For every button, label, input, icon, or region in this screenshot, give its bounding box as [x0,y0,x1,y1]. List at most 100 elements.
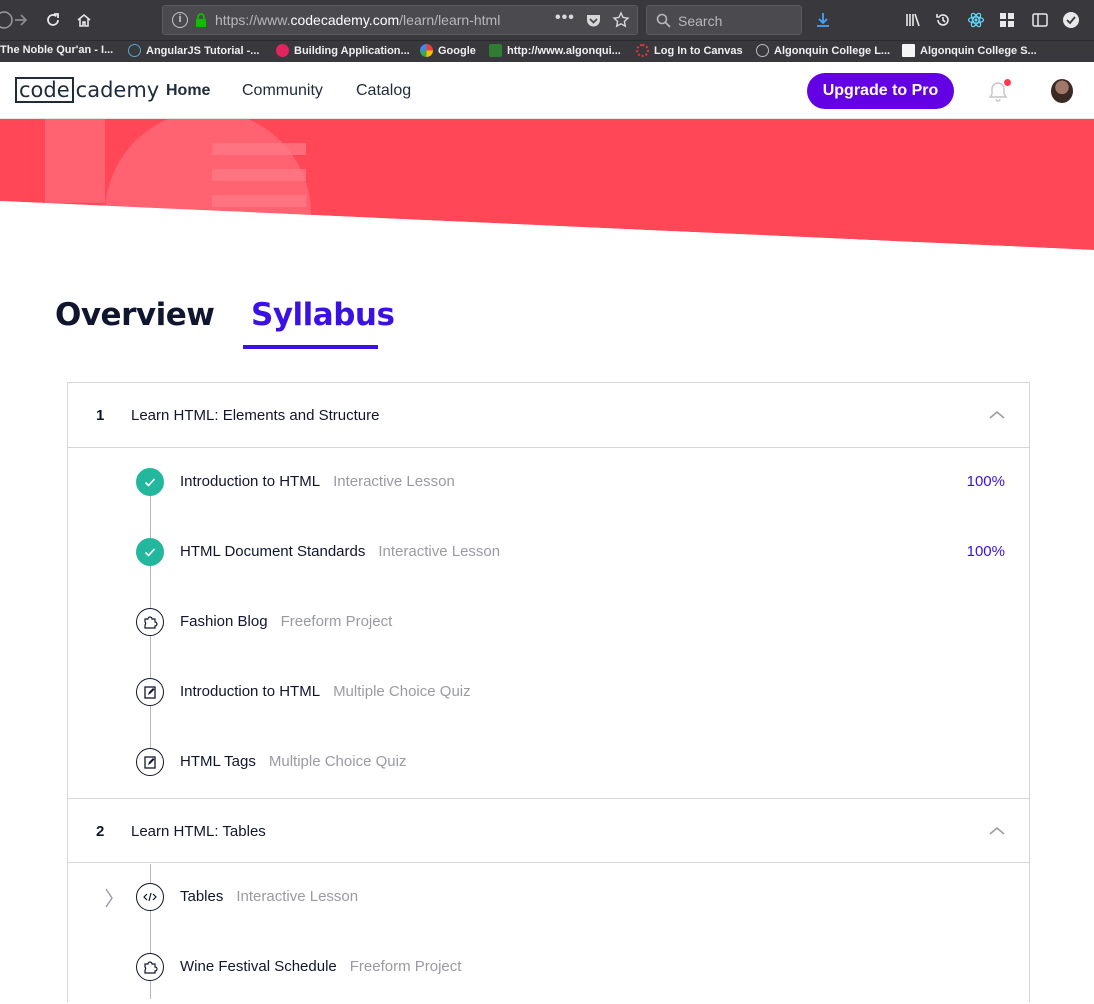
react-devtools-icon[interactable] [964,8,988,32]
code-icon [136,883,164,911]
bookmark-label: http://www.algonqui... [507,44,621,57]
lesson-type: Interactive Lesson [333,473,455,490]
lesson-name: HTML Document Standards [180,543,366,560]
bookmark-item[interactable]: Algonquin College S... [902,44,1037,57]
notification-badge [1004,79,1011,86]
site-header: code cademy Home Community Catalog Upgrad… [0,62,1094,119]
check-icon [136,538,164,566]
module-number: 2 [96,823,105,840]
url-domain: codecademy.com [290,12,400,28]
item-title: Fashion Blog Freeform Project [180,613,392,630]
pocket-icon[interactable] [585,12,602,29]
lesson-name: Introduction to HTML [180,473,321,490]
module-header[interactable]: 2 Learn HTML: Tables [68,798,1029,863]
bookmarks-bar: The Noble Qur'an - I... AngularJS Tutori… [0,40,1094,62]
list-item[interactable]: HTML Document Standards Interactive Lesso… [68,519,1029,589]
list-item[interactable]: Fashion Blog Freeform Project [68,589,1029,659]
profile-check-icon[interactable] [1059,8,1083,32]
tab-overview[interactable]: Overview [55,297,215,333]
list-item[interactable]: Wine Festival Schedule Freeform Project [68,934,1029,1004]
codecademy-logo[interactable]: code cademy [15,77,159,103]
bookmark-item[interactable]: http://www.algonqui... [489,44,621,57]
quiz-icon [136,678,164,706]
chevron-up-icon[interactable] [988,825,1006,837]
item-title: Wine Festival Schedule Freeform Project [180,958,461,975]
bookmark-item[interactable]: AngularJS Tutorial -... [128,44,259,57]
extensions-icon[interactable] [995,8,1019,32]
search-icon [656,13,671,28]
lesson-type: Freeform Project [349,958,462,975]
chevron-up-icon[interactable] [988,409,1006,421]
progress-percent: 100% [966,473,1005,490]
list-item[interactable]: Introduction to HTML Multiple Choice Quiz [68,659,1029,729]
item-title: Tables Interactive Lesson [180,888,358,905]
lesson-name: Tables [180,888,224,905]
puzzle-icon [136,953,164,981]
lesson-type: Interactive Lesson [236,888,359,905]
bookmark-item[interactable]: The Noble Qur'an - I... [0,44,113,56]
lesson-name: Introduction to HTML [180,683,321,700]
globe-favicon-icon [756,44,769,57]
url-path: /learn/learn-html [399,12,501,28]
forward-icon[interactable] [9,8,33,32]
library-icon[interactable] [901,8,925,32]
bookmark-star-icon[interactable] [612,11,630,29]
google-favicon-icon [420,44,433,57]
progress-percent: 100% [966,543,1005,560]
bookmark-item[interactable]: Building Application... [276,44,410,57]
sidebar-icon[interactable] [1028,8,1052,32]
angular-favicon-icon [128,44,141,57]
bookmark-item[interactable]: Algonquin College L... [756,44,890,57]
active-tab-indicator [243,345,378,349]
module-number: 1 [96,407,105,424]
lesson-name: HTML Tags [180,753,256,770]
bookmark-label: Google [438,44,476,57]
upgrade-to-pro-button[interactable]: Upgrade to Pro [807,73,954,109]
bookmark-label: The Noble Qur'an - I... [0,44,114,56]
nav-home[interactable]: Home [166,82,210,100]
lesson-name: Fashion Blog [180,613,268,630]
bookmark-label: AngularJS Tutorial -... [146,44,260,57]
canvas-favicon-icon [636,44,649,57]
tab-syllabus[interactable]: Syllabus [251,297,395,333]
logo-box-text: code [15,77,74,103]
quiz-icon [136,748,164,776]
url-text[interactable]: https://www.codecademy.com/learn/learn-h… [215,12,500,28]
download-icon[interactable] [811,8,835,32]
list-item[interactable]: Introduction to HTML Interactive Lesson 1… [68,449,1029,519]
lesson-type: Interactive Lesson [378,543,501,560]
list-item[interactable]: Tables Interactive Lesson [68,864,1029,934]
search-bar[interactable]: Search [646,5,802,35]
list-item[interactable]: HTML Tags Multiple Choice Quiz [68,729,1029,799]
check-icon [136,468,164,496]
search-placeholder: Search [678,13,723,29]
bookmark-item[interactable]: Google [420,44,476,57]
bookmark-item[interactable]: Log In to Canvas [636,44,743,57]
lesson-type: Freeform Project [280,613,393,630]
nav-catalog[interactable]: Catalog [356,82,411,100]
hero-banner [0,119,1094,254]
algonquin-favicon-icon [489,44,502,57]
reload-icon[interactable] [41,8,65,32]
lock-icon [196,13,206,27]
module-title: Learn HTML: Tables [131,823,266,840]
lesson-name: Wine Festival Schedule [180,958,337,975]
logo-rest-text: cademy [75,78,160,102]
url-bar[interactable]: i https://www.codecademy.com/learn/learn… [162,5,638,35]
history-icon[interactable] [931,8,955,32]
module-title: Learn HTML: Elements and Structure [131,407,380,424]
item-title: Introduction to HTML Multiple Choice Quiz [180,683,471,700]
info-icon[interactable]: i [172,12,188,28]
user-avatar[interactable] [1051,79,1073,103]
nav-community[interactable]: Community [242,82,323,100]
item-title: Introduction to HTML Interactive Lesson [180,473,455,490]
home-icon[interactable] [72,8,96,32]
lesson-type: Multiple Choice Quiz [333,683,471,700]
module-header[interactable]: 1 Learn HTML: Elements and Structure [68,383,1029,448]
current-lesson-arrow-icon [105,888,113,908]
syllabus-list: 1 Learn HTML: Elements and Structure Int… [67,382,1030,1002]
item-title: HTML Tags Multiple Choice Quiz [180,753,406,770]
lesson-type: Multiple Choice Quiz [268,753,407,770]
algonquin-a-favicon-icon [902,44,915,57]
page-actions-icon[interactable]: ••• [555,9,575,27]
